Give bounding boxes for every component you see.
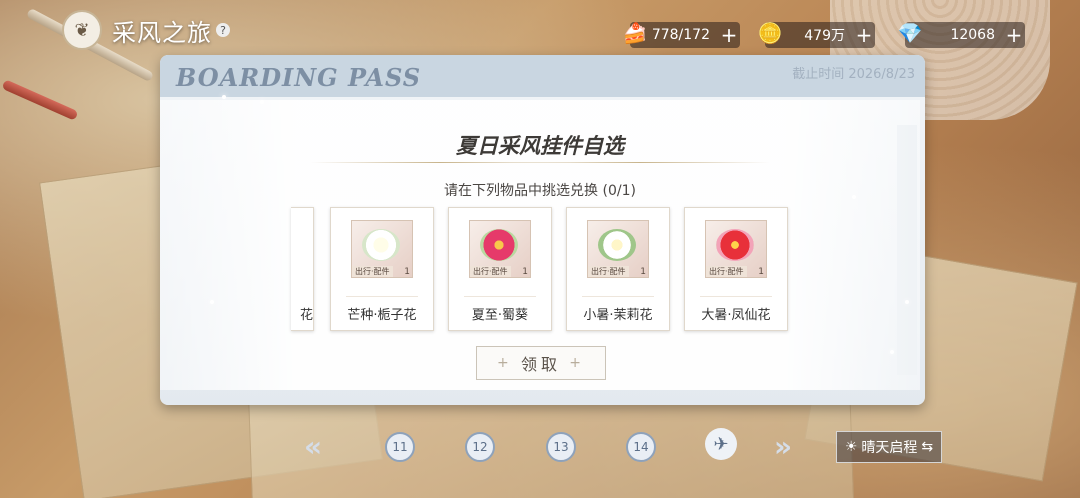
card-divider [700, 296, 772, 297]
add-cake-button[interactable]: + [718, 23, 740, 47]
stage-node[interactable]: 14 [626, 432, 656, 462]
flower-icon [598, 229, 636, 261]
prev-arrow-icon[interactable]: « [304, 430, 322, 463]
item-tag: 出行·配件 [352, 266, 393, 277]
add-diamond-button[interactable]: + [1003, 23, 1025, 47]
cake-icon: 🍰 [622, 21, 648, 45]
boarding-pass-header: BOARDING PASS 截止时间 2026/8/23 [160, 55, 925, 97]
plus-ornament-icon: + [569, 355, 585, 371]
item-tag: 出行·配件 [470, 266, 511, 277]
item-count: 1 [404, 267, 410, 277]
reward-card[interactable]: 花 [291, 207, 314, 331]
stage-node[interactable]: 11 [385, 432, 415, 462]
header-title-area: ❦ 采风之旅 ? [62, 10, 230, 50]
sparkle [905, 300, 909, 304]
plane-icon[interactable]: ✈ [705, 428, 737, 460]
item-tag: 出行·配件 [706, 266, 747, 277]
plus-ornament-icon: + [497, 355, 513, 371]
card-divider [464, 296, 536, 297]
sparkle [222, 95, 226, 99]
sunny-departure-button[interactable]: ☀ 晴天启程 ⇆ [836, 431, 942, 463]
sparkle [260, 100, 264, 104]
card-divider [582, 296, 654, 297]
reward-card[interactable]: 出行·配件 1 芒种·栀子花 [330, 207, 434, 331]
coin-icon: 🪙 [757, 21, 783, 45]
reward-name: 大暑·凤仙花 [701, 308, 771, 323]
reward-image: 出行·配件 1 [351, 220, 413, 278]
modal-title: 夏日采风挂件自选 [456, 133, 624, 158]
next-arrow-icon[interactable]: » [774, 430, 792, 463]
reward-name: 小暑·茉莉花 [583, 308, 653, 323]
item-tag: 出行·配件 [588, 266, 629, 277]
reward-image: 出行·配件 1 [587, 220, 649, 278]
stage-node[interactable]: 12 [465, 432, 495, 462]
title-divider [510, 162, 770, 163]
card-divider [346, 296, 418, 297]
reward-card[interactable]: 出行·配件 1 小暑·茉莉花 [566, 207, 670, 331]
reward-name: 芒种·栀子花 [347, 308, 417, 323]
reward-name: 花 [299, 308, 313, 323]
weather-label: 晴天启程 [861, 440, 918, 456]
reward-name: 夏至·蜀葵 [471, 308, 529, 323]
sun-icon: ☀ [844, 439, 858, 455]
resource-cake: 🍰 778/172 + [623, 21, 740, 48]
item-count: 1 [758, 267, 764, 277]
reward-image: 出行·配件 1 [469, 220, 531, 278]
sparkle [852, 195, 856, 199]
flower-icon [362, 229, 400, 261]
swap-icon: ⇆ [921, 439, 934, 455]
pen-decoration [1, 79, 79, 121]
flower-icon [716, 229, 754, 261]
butterfly-icon[interactable]: ❦ [62, 10, 102, 50]
reward-card[interactable]: 出行·配件 1 大暑·凤仙花 [684, 207, 788, 331]
sparkle [210, 300, 214, 304]
diamond-icon: 💎 [897, 21, 923, 45]
reward-image: 出行·配件 1 [705, 220, 767, 278]
boarding-pass-title: BOARDING PASS [176, 63, 422, 92]
resource-coin: 🪙 479万 + [758, 21, 875, 48]
flower-icon [480, 229, 518, 261]
question-icon[interactable]: ? [216, 23, 230, 37]
modal-subtitle: 请在下列物品中挑选兑换 (0/1) [444, 183, 636, 199]
item-count: 1 [522, 267, 528, 277]
sparkle [890, 350, 894, 354]
resource-diamond: 💎 12068 + [898, 21, 1025, 48]
claim-button[interactable]: + 领取 + [476, 346, 606, 380]
page-title: 采风之旅 [112, 18, 212, 47]
select-reward-modal: 夏日采风挂件自选 请在下列物品中挑选兑换 (0/1) 花 出行·配件 1 芒种·… [160, 100, 920, 390]
deadline-text: 截止时间 2026/8/23 [792, 67, 915, 82]
add-coin-button[interactable]: + [853, 23, 875, 47]
claim-label: 领取 [520, 355, 561, 374]
stage-node[interactable]: 13 [546, 432, 576, 462]
reward-card[interactable]: 出行·配件 1 夏至·蜀葵 [448, 207, 552, 331]
item-count: 1 [640, 267, 646, 277]
